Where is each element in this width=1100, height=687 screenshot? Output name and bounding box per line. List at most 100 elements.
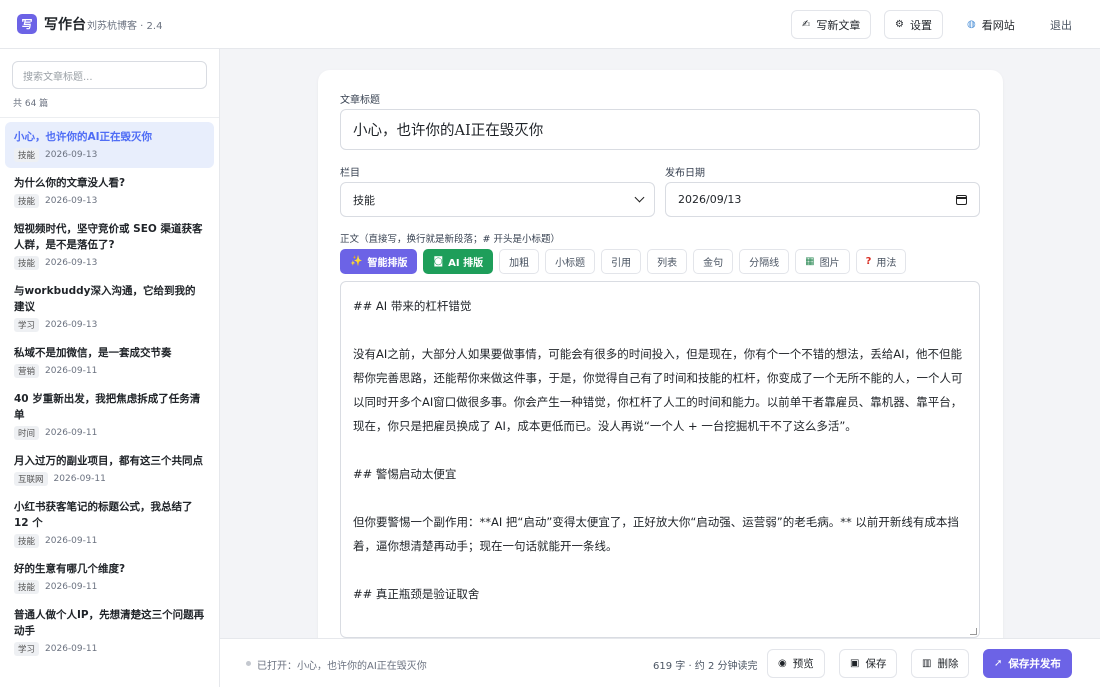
format-toolbar: ✨ 智能排版 ◙ AI 排版 加粗 小标题 引用 列表 金句 分隔线 ▦ 图片 …	[340, 249, 907, 274]
post-tag: 技能	[14, 256, 40, 270]
help-label: 用法	[876, 258, 897, 269]
post-title: 与workbuddy深入沟通，它给到我的建议	[14, 285, 196, 313]
post-tag: 学习	[14, 642, 40, 656]
post-title: 短视频时代，坚守竞价或 SEO 渠道获客人群，是不是落伍了?	[14, 223, 203, 251]
quote-button[interactable]: 引用	[601, 249, 642, 274]
bold-button[interactable]: 加粗	[499, 249, 540, 274]
post-tag: 互联网	[14, 472, 48, 486]
delete-label: 删除	[937, 658, 959, 670]
post-list-item[interactable]: 短视频时代，坚守竞价或 SEO 渠道获客人群，是不是落伍了? 技能 2026-09…	[5, 214, 214, 276]
trash-icon: ▥	[922, 657, 932, 669]
status-bar: 已打开：小心，也许你的AI正在毁灭你 619 字 · 约 2 分钟读完 ◉ 预览…	[220, 638, 1100, 687]
post-date: 2026-09-11	[45, 644, 98, 654]
editor-paragraph: ## 真正瓶颈是验证取舍	[353, 587, 480, 601]
golden-sentence-label: 金句	[703, 258, 724, 269]
sidebar-divider	[0, 117, 219, 118]
post-date: 2026-09-11	[45, 428, 98, 438]
editor-paragraph: ## AI 带来的杠杆错觉	[353, 299, 472, 313]
help-button[interactable]: ? 用法	[855, 249, 907, 274]
word-count: 619 字 · 约 2 分钟读完	[653, 661, 758, 672]
new-post-button[interactable]: ✍ 写新文章	[791, 10, 872, 39]
post-list-item[interactable]: 私域不是加微信，是一套成交节奏 营销 2026-09-11	[5, 338, 214, 384]
rocket-icon: ➚	[994, 657, 1003, 669]
category-select[interactable]: 技能	[340, 182, 655, 217]
post-date: 2026-09-11	[45, 582, 98, 592]
post-date: 2026-09-11	[53, 474, 106, 484]
post-list: 小心，也许你的AI正在毁灭你 技能 2026-09-13 为什么你的文章没人看? …	[0, 122, 219, 662]
logout-label: 退出	[1050, 18, 1072, 32]
post-title: 40 岁重新出发，我把焦虑拆成了任务清单	[14, 393, 201, 421]
post-title: 月入过万的副业项目，都有这三个共同点	[14, 455, 203, 467]
body-textarea[interactable]: ## AI 带来的杠杆错觉 没有AI之前，大部分人如果要做事情，可能会有很多的时…	[340, 281, 980, 638]
view-site-link[interactable]: ◍ 看网站	[967, 10, 1015, 39]
sidebar: 搜索文章标题... 共 64 篇 小心，也许你的AI正在毁灭你 技能 2026-0…	[0, 49, 220, 687]
preview-label: 预览	[792, 658, 814, 670]
post-tag: 技能	[14, 148, 40, 162]
status-dot	[246, 661, 251, 666]
list-button[interactable]: 列表	[647, 249, 688, 274]
post-list-item[interactable]: 40 岁重新出发，我把焦虑拆成了任务清单 时间 2026-09-11	[5, 384, 214, 446]
post-list-item[interactable]: 小心，也许你的AI正在毁灭你 技能 2026-09-13	[5, 122, 214, 168]
top-header: 写 写作台 刘苏杭博客 · 2.4 ✍ 写新文章 ⚙ 设置 ◍ 看网站 退出	[0, 0, 1100, 49]
category-value: 技能	[353, 193, 375, 207]
image-button[interactable]: ▦ 图片	[795, 249, 850, 274]
golden-sentence-button[interactable]: 金句	[693, 249, 734, 274]
post-list-item[interactable]: 月入过万的副业项目，都有这三个共同点 互联网 2026-09-11	[5, 446, 214, 492]
date-input[interactable]: 2026/09/13	[665, 182, 980, 217]
pencil-icon: ✍	[802, 18, 811, 30]
post-date: 2026-09-13	[45, 258, 98, 268]
post-tag: 技能	[14, 534, 40, 548]
post-date: 2026-09-11	[45, 366, 98, 376]
question-icon: ?	[865, 255, 872, 267]
save-label: 保存	[865, 658, 887, 670]
divider-label: 分隔线	[749, 258, 780, 269]
post-list-item[interactable]: 好的生意有哪几个维度? 技能 2026-09-11	[5, 554, 214, 600]
post-tag: 时间	[14, 426, 40, 440]
title-input[interactable]: 小心，也许你的AI正在毁灭你	[340, 109, 980, 150]
smart-format-button[interactable]: ✨ 智能排版	[340, 249, 418, 274]
preview-button[interactable]: ◉ 预览	[767, 649, 825, 678]
image-icon: ▦	[805, 255, 815, 267]
calendar-icon[interactable]	[956, 195, 967, 205]
delete-button[interactable]: ▥ 删除	[911, 649, 970, 678]
logout-link[interactable]: 退出	[1050, 10, 1072, 39]
globe-icon: ◍	[967, 18, 976, 30]
post-date: 2026-09-13	[45, 320, 98, 330]
post-count: 共 64 篇	[13, 99, 49, 109]
post-tag: 营销	[14, 364, 40, 378]
body-field-label: 正文（直接写，换行就是新段落；# 开头是小标题）	[340, 234, 560, 245]
divider-button[interactable]: 分隔线	[739, 249, 790, 274]
smart-format-label: 智能排版	[367, 258, 408, 269]
save-and-publish-label: 保存并发布	[1008, 658, 1061, 670]
app-logo: 写	[17, 14, 37, 34]
subheading-label: 小标题	[555, 258, 586, 269]
date-value: 2026/09/13	[678, 193, 742, 206]
category-field-label: 栏目	[340, 168, 360, 179]
post-title: 私域不是加微信，是一套成交节奏	[14, 347, 172, 359]
settings-button[interactable]: ⚙ 设置	[884, 10, 943, 39]
post-list-item[interactable]: 与workbuddy深入沟通，它给到我的建议 学习 2026-09-13	[5, 276, 214, 338]
app-title: 写作台	[44, 17, 86, 33]
list-label: 列表	[657, 258, 678, 269]
editor-paragraph: 但你要警惕一个副作用：**AI 把“启动”变得太便宜了，正好放大你“启动强、运营…	[353, 515, 959, 553]
post-list-item[interactable]: 小红书获客笔记的标题公式，我总结了 12 个 技能 2026-09-11	[5, 492, 214, 554]
editor-paragraph: 没有AI之前，大部分人如果要做事情，可能会有很多的时间投入，但是现在，你有个一个…	[353, 347, 963, 433]
save-and-publish-button[interactable]: ➚ 保存并发布	[983, 649, 1072, 678]
opened-post-text: 已打开：小心，也许你的AI正在毁灭你	[257, 661, 427, 672]
save-button[interactable]: ▣ 保存	[839, 649, 898, 678]
post-list-item[interactable]: 普通人做个人IP，先想清楚这三个问题再动手 学习 2026-09-11	[5, 600, 214, 662]
image-label: 图片	[819, 258, 840, 269]
resize-handle[interactable]	[970, 628, 977, 635]
ai-format-button[interactable]: ◙ AI 排版	[423, 249, 494, 274]
floppy-icon: ▣	[850, 657, 860, 669]
settings-label: 设置	[909, 18, 932, 32]
post-title: 普通人做个人IP，先想清楚这三个问题再动手	[14, 609, 205, 637]
search-input[interactable]: 搜索文章标题...	[12, 61, 207, 89]
post-tag: 学习	[14, 318, 40, 332]
post-list-item[interactable]: 为什么你的文章没人看? 技能 2026-09-13	[5, 168, 214, 214]
post-title: 小红书获客笔记的标题公式，我总结了 12 个	[14, 501, 193, 529]
subheading-button[interactable]: 小标题	[545, 249, 596, 274]
ai-format-label: AI 排版	[448, 258, 484, 269]
title-field-label: 文章标题	[340, 95, 380, 106]
robot-icon: ◙	[433, 255, 444, 267]
